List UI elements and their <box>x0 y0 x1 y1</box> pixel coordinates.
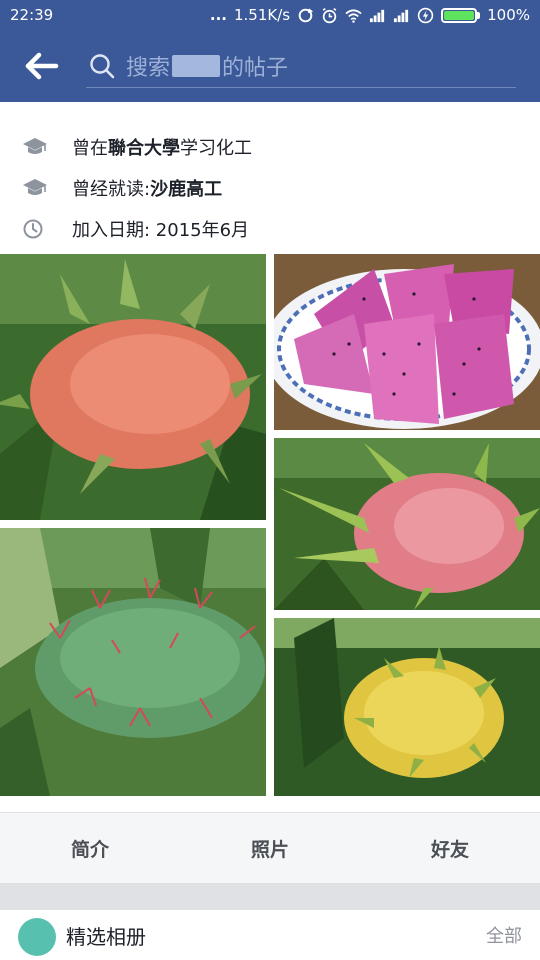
tab-friends[interactable]: 好友 <box>360 813 540 883</box>
education-2-school[interactable]: 沙鹿高工 <box>150 175 222 201</box>
education-1-prefix: 曾在 <box>72 138 108 159</box>
tab-about[interactable]: 简介 <box>0 813 180 883</box>
education-row-1: 曾在 聯合大學 学习化工 <box>22 134 252 160</box>
charging-icon <box>417 7 434 23</box>
photo-grid <box>0 254 540 796</box>
status-bar: 22:39 ... 1.51K/s 100% <box>0 0 540 30</box>
joined-row: 加入日期: 2015年6月 <box>22 216 249 242</box>
search-prefix: 搜索 <box>126 55 171 81</box>
clock-icon <box>23 219 43 239</box>
back-arrow-icon[interactable] <box>22 50 62 82</box>
network-speed: 1.51K/s <box>234 6 291 24</box>
education-1-suffix: 学习化工 <box>180 138 252 159</box>
battery-icon <box>441 7 481 23</box>
education-2-prefix: 曾经就读: <box>72 179 151 200</box>
search-suffix: 的帖子 <box>222 55 289 81</box>
featured-albums-header: 精选相册 全部 <box>0 910 540 960</box>
status-icons: ... 1.51K/s 100% <box>210 6 530 24</box>
graduation-cap-icon <box>23 179 47 195</box>
featured-albums-title: 精选相册 <box>66 924 146 949</box>
sliced-purple-dragon-fruit-photo[interactable] <box>274 254 540 430</box>
sync-icon <box>298 7 314 22</box>
education-row-2: 曾经就读: 沙鹿高工 <box>22 175 222 201</box>
profile-tabs: 简介 照片 好友 <box>0 812 540 884</box>
signal-icon-1 <box>370 9 385 22</box>
graduation-cap-icon <box>23 138 47 154</box>
more-dots: ... <box>209 6 227 24</box>
wifi-icon <box>345 8 362 23</box>
education-1-school[interactable]: 聯合大學 <box>108 134 180 160</box>
redacted-name <box>172 54 221 77</box>
yellow-dragon-fruit-photo[interactable] <box>274 618 540 796</box>
profile-intro: 曾在 聯合大學 学习化工 曾经就读: 沙鹿高工 加入日期: 2015年6月 <box>0 102 540 254</box>
search-header: 搜索 的帖子 <box>0 30 540 102</box>
search-input[interactable]: 搜索 的帖子 <box>86 44 516 88</box>
see-all-link[interactable]: 全部 <box>486 922 522 948</box>
pink-dragon-fruit-photo[interactable] <box>274 438 540 610</box>
search-icon <box>90 53 115 78</box>
tab-photos[interactable]: 照片 <box>180 813 360 883</box>
status-time: 22:39 <box>10 6 54 24</box>
alarm-icon <box>322 7 337 23</box>
pink-dragon-fruit-photo[interactable] <box>0 254 266 520</box>
search-placeholder: 搜索 的帖子 <box>126 50 288 82</box>
watermark-logo <box>18 918 56 956</box>
battery-level: 100% <box>487 6 530 24</box>
section-divider <box>0 884 540 910</box>
green-cactus-fruit-photo[interactable] <box>0 528 266 796</box>
signal-icon-2 <box>394 9 409 22</box>
joined-date: 加入日期: 2015年6月 <box>72 220 250 241</box>
